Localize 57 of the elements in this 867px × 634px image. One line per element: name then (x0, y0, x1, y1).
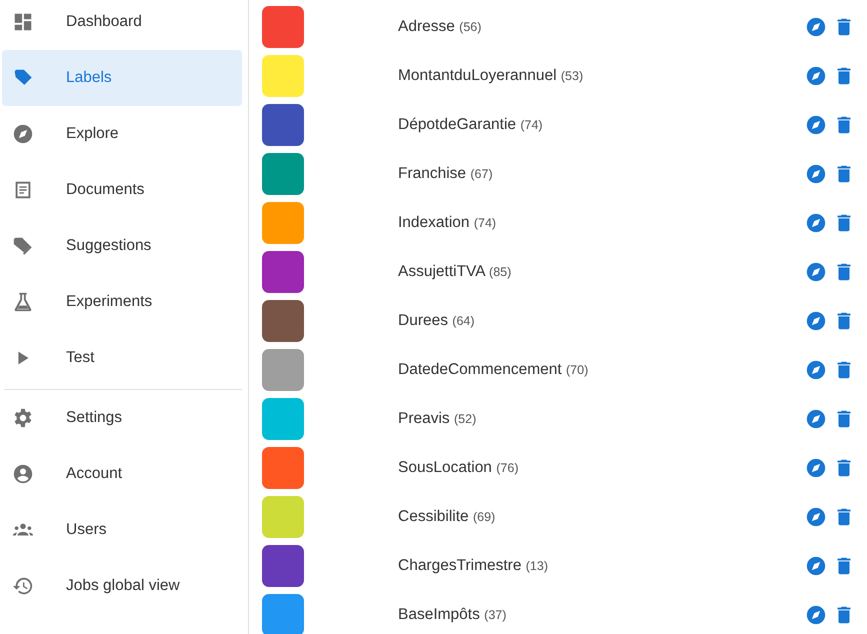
explore-icon[interactable] (805, 408, 827, 430)
nav-item[interactable]: Settings (2, 390, 242, 446)
color-swatch[interactable] (262, 104, 304, 146)
color-swatch[interactable] (262, 398, 304, 440)
color-swatch[interactable] (262, 152, 304, 194)
label-name: Indexation (74) (398, 212, 498, 233)
label-name: Cessibilite (69) (398, 506, 496, 527)
nav-item[interactable]: Jobs global view (2, 558, 242, 614)
label-name: SousLocation (76) (398, 458, 520, 478)
nav-item[interactable]: Test (2, 330, 242, 386)
color-swatch[interactable] (262, 250, 304, 292)
dashboard-icon (12, 11, 34, 33)
flask-icon (12, 291, 34, 313)
explore-icon[interactable] (805, 260, 827, 282)
color-swatch[interactable] (262, 54, 304, 96)
explore-icon[interactable] (805, 554, 827, 576)
label-name: DépotdeGarantie (74) (398, 114, 544, 135)
explore-icon[interactable] (805, 310, 827, 332)
nav-item[interactable]: Explore (2, 106, 242, 162)
nav-item[interactable]: Users (2, 502, 242, 558)
nav-item[interactable]: Documents (2, 162, 242, 218)
explore-icon[interactable] (805, 114, 827, 136)
color-swatch[interactable] (262, 300, 304, 342)
explore-icon[interactable] (805, 16, 827, 38)
label-name: Durees (64) (398, 310, 476, 331)
color-swatch[interactable] (262, 348, 304, 390)
settings-icon (12, 407, 34, 429)
label-name: MontantduLoyerannuel (53) (398, 66, 584, 86)
explore-icon[interactable] (805, 506, 827, 528)
color-swatch[interactable] (262, 544, 304, 586)
explore-icon[interactable] (805, 162, 827, 184)
nav-item[interactable]: Account (2, 446, 242, 502)
nav-item[interactable]: Labels (2, 50, 242, 106)
explore-icon[interactable] (805, 456, 827, 478)
color-swatch[interactable] (262, 594, 304, 634)
label-name: Preavis (52) (398, 408, 478, 429)
explore-icon[interactable] (805, 212, 827, 234)
label-name: Adresse (56) (398, 16, 482, 37)
color-swatch[interactable] (262, 496, 304, 538)
nav-item[interactable]: Experiments (2, 274, 242, 330)
label-name: AssujettiTVA (85) (398, 262, 512, 282)
explore-icon[interactable] (805, 604, 827, 626)
tag-icon (12, 235, 34, 257)
label-name: ChargesTrimestre (13) (398, 556, 549, 576)
nav-item[interactable]: Suggestions (2, 218, 242, 274)
explore-icon[interactable] (805, 64, 827, 86)
label-name: BaseImpôts (37) (398, 604, 508, 625)
label-name: DatedeCommencement (70) (398, 360, 590, 380)
nav-item[interactable]: Dashboard (2, 0, 242, 50)
explore-icon[interactable] (805, 358, 827, 380)
compass-icon (12, 123, 34, 145)
color-swatch[interactable] (262, 6, 304, 48)
history-icon (12, 575, 34, 597)
color-swatch[interactable] (262, 202, 304, 244)
color-swatch[interactable] (262, 446, 304, 488)
account-icon (12, 463, 34, 485)
label-name: Franchise (67) (398, 164, 494, 184)
